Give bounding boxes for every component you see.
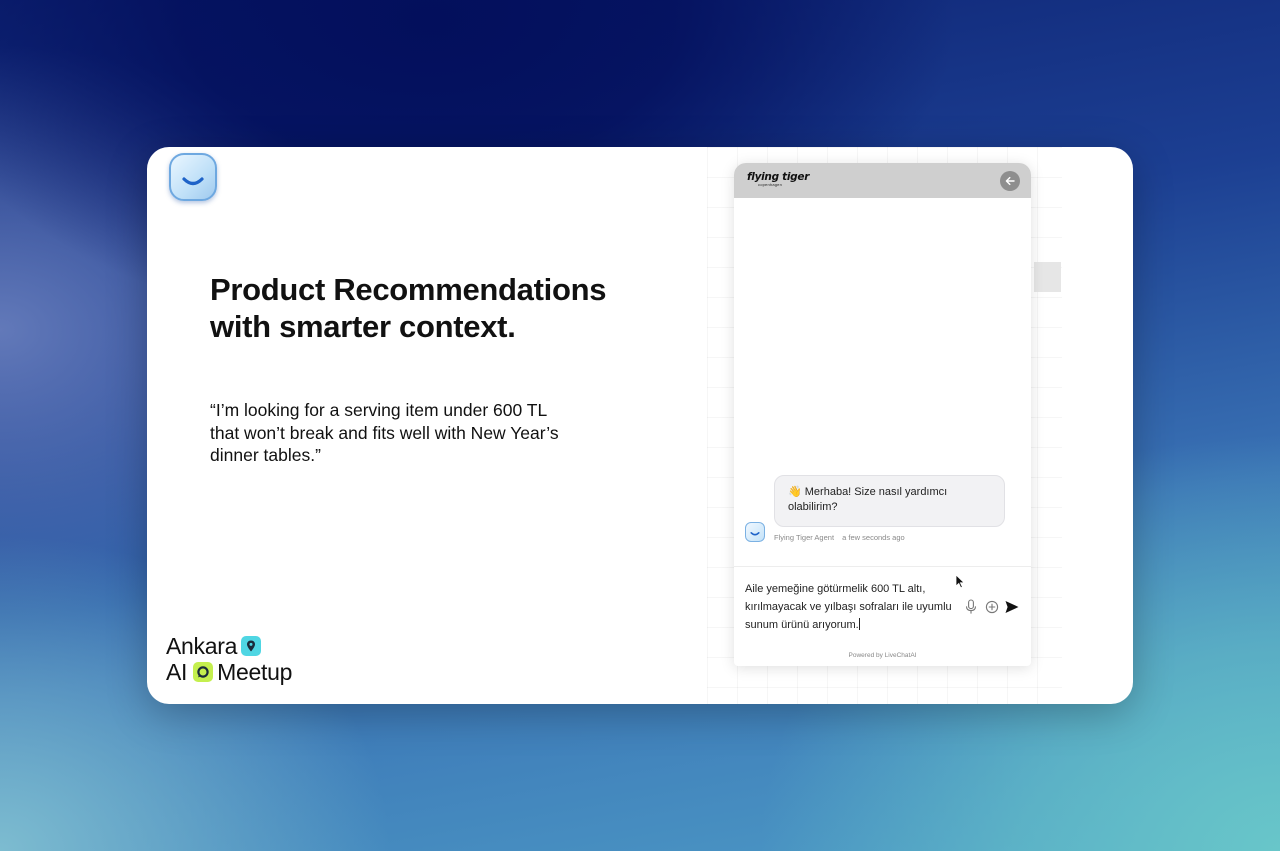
input-line-1: Aile yemeğine götürmelik 600 TL altı, (745, 583, 926, 595)
microphone-icon[interactable] (965, 599, 977, 615)
slide-headline: Product Recommendations with smarter con… (210, 271, 670, 345)
powered-by-footer[interactable]: Powered by LiveChatAI (734, 652, 1031, 659)
message-timestamp: a few seconds ago (842, 533, 905, 542)
mouse-pointer-icon (955, 574, 966, 589)
location-pin-icon (241, 636, 262, 656)
event-meetup-label: Meetup (217, 659, 293, 685)
composer-divider (734, 566, 1031, 567)
message-input[interactable]: Aile yemeğine götürmelik 600 TL altı, kı… (745, 580, 960, 634)
chat-header: flying tiger copenhagen (734, 163, 1031, 198)
message-meta: Flying Tiger Agent a few seconds ago (774, 533, 905, 542)
back-button[interactable] (1000, 171, 1020, 191)
headline-line-2: with smarter context. (210, 309, 516, 344)
side-tab (1034, 262, 1061, 292)
send-icon[interactable] (1004, 599, 1020, 615)
headline-line-1: Product Recommendations (210, 272, 607, 307)
quote-line-2: that won’t break and fits well with New … (210, 422, 559, 443)
add-attachment-icon[interactable] (985, 600, 999, 614)
chat-widget: flying tiger copenhagen 👋 Merhaba! Size … (734, 163, 1031, 666)
agent-name: Flying Tiger Agent (774, 533, 835, 542)
chat-bubble-icon (193, 662, 214, 682)
input-line-3: sunum ürünü arıyorum. (745, 619, 859, 631)
agent-message-bubble: 👋 Merhaba! Size nasıl yardımcı olabiliri… (774, 475, 1005, 527)
brand-logo-subtitle: copenhagen (758, 182, 783, 187)
agent-message-text: Merhaba! Size nasıl yardımcı olabilirim? (788, 486, 948, 513)
arrow-left-icon (1005, 176, 1015, 186)
input-line-2: kırılmayacak ve yılbaşı sofraları ile uy… (745, 601, 952, 613)
presentation-slide: Product Recommendations with smarter con… (147, 147, 1133, 704)
quote-line-3: dinner tables.” (210, 445, 321, 465)
event-logo: Ankara AI Meetup (166, 633, 292, 685)
quote-line-1: “I’m looking for a serving item under 60… (210, 400, 548, 420)
wave-emoji-icon: 👋 (788, 486, 802, 498)
text-caret (858, 618, 860, 630)
customer-quote: “I’m looking for a serving item under 60… (210, 399, 590, 467)
event-ai-label: AI (166, 659, 188, 685)
smile-logo-icon (169, 153, 217, 201)
event-city: Ankara (166, 633, 238, 659)
agent-avatar (745, 522, 765, 542)
